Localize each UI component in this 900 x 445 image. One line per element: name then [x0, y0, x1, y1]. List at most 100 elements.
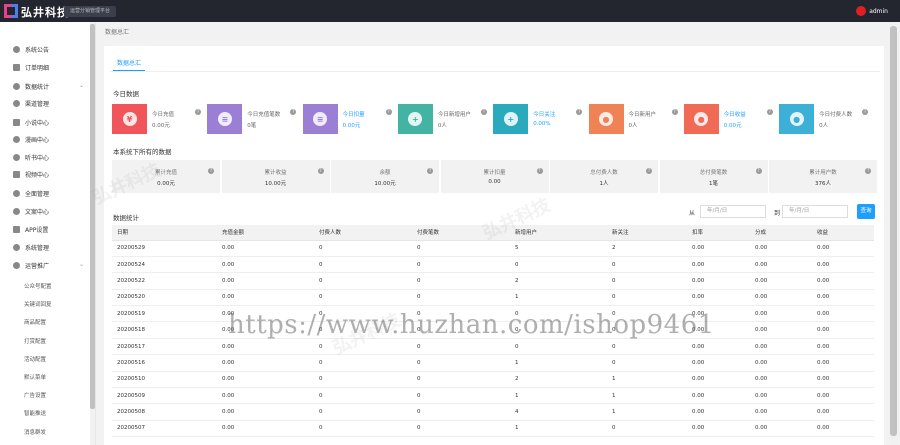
table-row: 20200520 0.00 0 0 1 0 0.00 0.00 0.00 [112, 289, 874, 307]
sidebar-subitem[interactable]: 消息群发 [24, 428, 46, 436]
table-cell: 0 [412, 387, 510, 405]
sidebar-subitem[interactable]: 公众号配置 [24, 282, 52, 290]
promotion-icon [13, 261, 20, 269]
help-icon[interactable]: ? [671, 109, 678, 115]
copy-icon [13, 207, 20, 215]
help-icon[interactable]: ? [208, 168, 214, 174]
sidebar-item[interactable]: 系统管理 [0, 238, 90, 256]
table-cell: 0 [607, 354, 687, 372]
table-cell: 0.00 [687, 272, 750, 290]
stat-value: 1人 [599, 181, 609, 187]
help-icon[interactable]: ? [195, 109, 201, 115]
help-icon[interactable]: ? [317, 168, 324, 174]
table-cell: 0.00 [687, 420, 750, 438]
sidebar-item[interactable]: 运营推广 ⌄ [0, 256, 90, 274]
table-cell: 1 [607, 387, 687, 405]
user-menu[interactable]: admin [856, 6, 888, 16]
sidebar-subitem[interactable]: 打赏配置 [24, 337, 46, 345]
table-cell: 0.00 [750, 240, 812, 257]
from-label: 从 [689, 210, 696, 217]
sidebar-item[interactable]: 渠道管理 [0, 94, 90, 112]
sidebar-item-label: 小说中心 [25, 119, 50, 127]
table-cell: 20200522 [112, 272, 217, 290]
sidebar-item[interactable]: 文案中心 [0, 202, 90, 220]
help-icon[interactable]: ? [427, 168, 433, 174]
table-cell: 0 [607, 289, 687, 307]
table-cell: 0 [412, 403, 510, 421]
table-cell: 2 [607, 240, 687, 257]
help-icon[interactable]: ? [865, 168, 871, 174]
help-icon[interactable]: ? [755, 168, 762, 174]
app-icon [13, 225, 20, 233]
table-cell: 0 [412, 420, 510, 438]
sidebar-item[interactable]: 小说中心 [0, 113, 90, 131]
table-cell: 0 [607, 420, 687, 438]
help-icon[interactable]: ? [290, 109, 297, 115]
table-cell: 0 [412, 240, 510, 257]
table-cell: 1 [607, 403, 687, 421]
sidebar-subitem[interactable]: 广告设置 [24, 391, 46, 399]
table-cell: 0.00 [687, 289, 750, 307]
today-card: ● 今日收益 0.00元? [683, 104, 775, 134]
comic-icon [13, 135, 20, 143]
table-cell: 0 [314, 272, 412, 290]
help-icon[interactable]: ? [385, 109, 392, 115]
card-label: 今日充值笔数 [247, 112, 281, 118]
table-cell: 1 [510, 387, 607, 405]
table-cell: 0.00 [750, 403, 812, 421]
card-icon-block: ● [779, 104, 815, 134]
table-row: 20200516 0.00 0 0 1 0 0.00 0.00 0.00 [112, 354, 874, 372]
table-cell: 20200520 [112, 289, 217, 307]
stat-label: 累计用户数 [809, 170, 837, 176]
help-icon[interactable]: ? [766, 109, 773, 115]
card-value: 0笔 [247, 123, 257, 129]
help-icon[interactable]: ? [862, 109, 869, 115]
table-cell: 0.00 [750, 289, 812, 307]
today-card: ≡ 今日扣量 0.00元? [302, 104, 394, 134]
watermark-text: https://www.huzhan.com/ishop9461 [228, 310, 715, 340]
table-cell: 0.00 [217, 289, 314, 307]
system-icon [13, 243, 20, 251]
table-cell: 0.00 [687, 338, 750, 356]
sidebar-item[interactable]: 听书中心 [0, 148, 90, 166]
table-row: 20200509 0.00 0 0 1 1 0.00 0.00 0.00 [112, 387, 874, 405]
table-cell: 0.00 [812, 387, 874, 405]
query-button[interactable]: 查询 [857, 204, 875, 219]
sidebar-item[interactable]: 数据统计 ⌄ [0, 77, 90, 95]
table-cell: 0 [314, 371, 412, 389]
sidebar-item[interactable]: 系统公告 [0, 40, 90, 58]
table-cell: 0.00 [687, 371, 750, 389]
table-cell: 20200518 [112, 321, 217, 339]
sidebar-subitem[interactable]: 默认菜单 [24, 373, 46, 381]
stat-value: 0.00 [488, 179, 501, 185]
sidebar-item-label: 全面管理 [25, 190, 50, 198]
chart-icon [13, 82, 20, 90]
sidebar-item-label: 文案中心 [25, 208, 50, 216]
help-icon[interactable]: ? [480, 109, 487, 115]
sidebar-subitem[interactable]: 活动配置 [24, 355, 46, 363]
sidebar-item[interactable]: 订单明细 [0, 58, 90, 76]
sidebar-item[interactable]: 视频中心 [0, 165, 90, 183]
table-cell: 2 [510, 371, 607, 389]
today-card: ● 今日付费人数 0人? [779, 104, 870, 134]
novel-icon [13, 118, 20, 126]
sidebar-item[interactable]: APP设置 [0, 220, 90, 238]
summary-stat: 总付费人数 1人? [550, 160, 658, 193]
sidebar-item[interactable]: 全面管理 [0, 184, 90, 202]
sidebar-subitem[interactable]: 商品配置 [24, 318, 46, 326]
help-icon[interactable]: ? [646, 168, 652, 174]
tab-data-summary[interactable]: 数据总汇 [117, 58, 141, 67]
help-icon[interactable]: ? [536, 168, 543, 174]
sidebar-subitem[interactable]: 关键词回复 [24, 300, 52, 308]
start-date-input[interactable]: 年/月/日 [700, 205, 766, 218]
table-cell: 1 [510, 354, 607, 372]
table-cell: 0 [607, 338, 687, 356]
table-cell: 1 [510, 289, 607, 307]
sidebar-subitem[interactable]: 智能推送 [24, 409, 46, 417]
end-date-input[interactable]: 年/月/日 [782, 205, 848, 218]
help-icon[interactable]: ? [576, 109, 583, 115]
main-scrollbar-thumb[interactable] [890, 26, 897, 436]
sidebar-item[interactable]: 漫画中心 [0, 130, 90, 148]
sidebar: 系统公告 订单明细 数据统计 ⌄ 渠道管理小说中心漫画中心 听书中心 视频中心全面管理文案中… [0, 22, 96, 445]
sidebar-scrollbar-thumb[interactable] [90, 24, 95, 409]
